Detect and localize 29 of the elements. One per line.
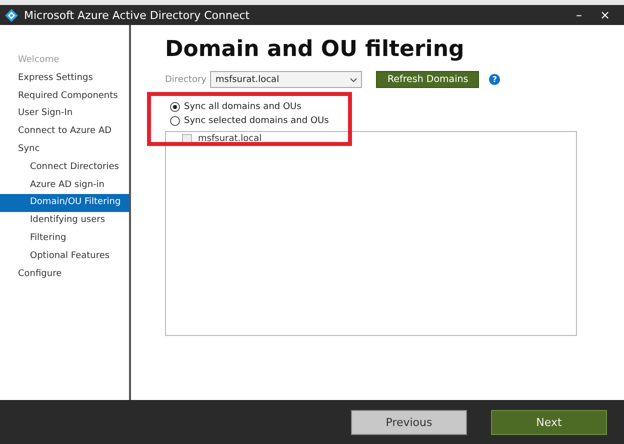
- sidebar-item[interactable]: Connect Directories: [0, 158, 129, 177]
- dropdown-caret-icon: [350, 78, 358, 82]
- sidebar-item[interactable]: Identifying users: [0, 212, 129, 230]
- radio-label: Sync all domains and OUs: [184, 102, 302, 112]
- radio-button[interactable]: [170, 116, 180, 126]
- sidebar-item[interactable]: Azure AD sign-in: [0, 176, 129, 194]
- sidebar-item[interactable]: Sync: [0, 140, 129, 159]
- sidebar-item[interactable]: Domain/OU Filtering: [0, 194, 129, 212]
- sidebar-item[interactable]: Optional Features: [0, 248, 129, 266]
- help-icon[interactable]: ?: [489, 74, 500, 85]
- sidebar-item[interactable]: User Sign-In: [0, 105, 129, 124]
- sidebar-item[interactable]: Filtering: [0, 230, 129, 248]
- next-button[interactable]: Next: [491, 410, 607, 434]
- radio-button[interactable]: [170, 102, 180, 112]
- close-button[interactable]: ×: [594, 8, 616, 22]
- window-title: Microsoft Azure Active Directory Connect: [24, 8, 251, 22]
- directory-dropdown[interactable]: msfsurat.local: [210, 71, 362, 88]
- previous-button[interactable]: Previous: [351, 410, 467, 434]
- diamond-logo-icon: [5, 8, 18, 22]
- sidebar-item[interactable]: Configure: [0, 266, 129, 284]
- sidebar-item[interactable]: Express Settings: [0, 70, 129, 88]
- directory-label: Directory: [165, 74, 206, 84]
- radio-label: Sync selected domains and OUs: [184, 116, 329, 126]
- minimize-button[interactable]: –: [570, 8, 588, 22]
- page-heading: Domain and OU filtering: [165, 37, 466, 62]
- refresh-domains-button[interactable]: Refresh Domains: [376, 71, 480, 88]
- sidebar-item[interactable]: Required Components: [0, 88, 129, 106]
- tree-item-label[interactable]: msfsurat.local: [198, 134, 262, 144]
- sidebar-item[interactable]: Connect to Azure AD: [0, 123, 129, 141]
